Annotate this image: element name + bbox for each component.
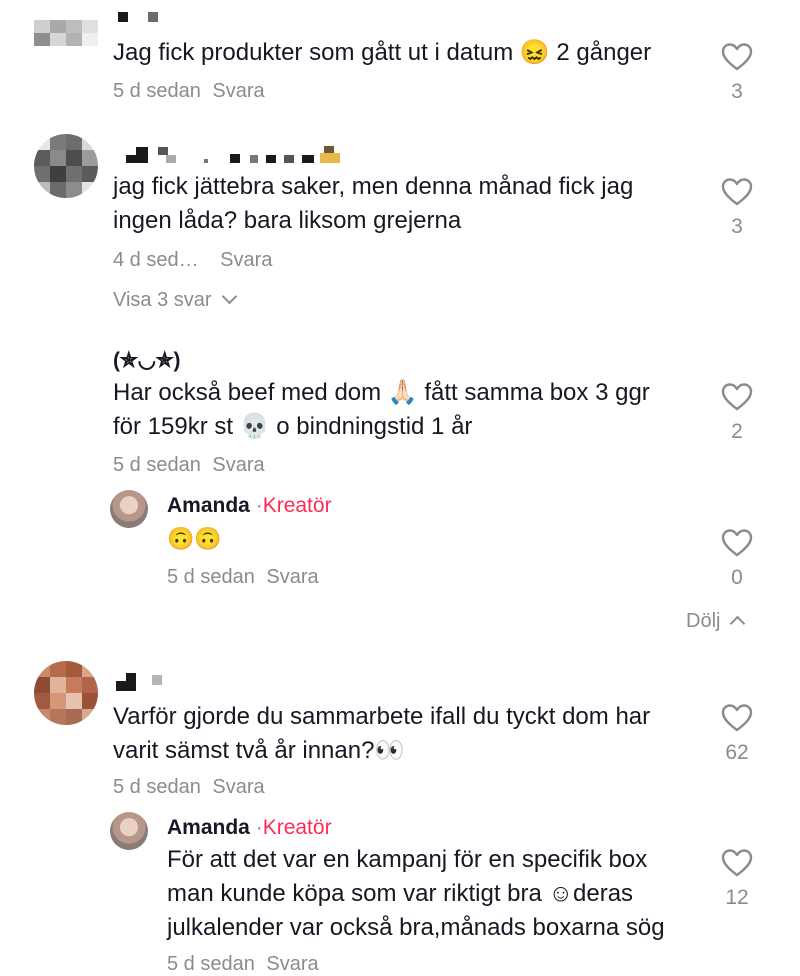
creator-badge: Kreatör <box>262 816 332 839</box>
heart-icon[interactable] <box>721 177 753 207</box>
heart-icon[interactable] <box>721 528 753 558</box>
reply-text: För att det var en kampanj för en specif… <box>167 846 665 941</box>
reply-username-row: Amanda ·Kreatör <box>167 494 332 517</box>
like-count: 3 <box>731 215 743 238</box>
heart-icon[interactable] <box>721 42 753 72</box>
redacted-username <box>148 12 158 22</box>
timestamp: 5 d sedan <box>113 80 201 102</box>
avatar[interactable] <box>34 661 98 725</box>
reply-button[interactable]: Svara <box>212 454 264 476</box>
reply-username-row: Amanda ·Kreatör <box>167 816 332 839</box>
timestamp: 4 d sed… <box>113 249 199 271</box>
like-count: 0 <box>731 566 743 589</box>
reply-button[interactable]: Svara <box>220 249 272 271</box>
reply-meta: 5 d sedan Svara <box>167 953 319 976</box>
comment-text: Jag fick produkter som gått ut i datum 😖… <box>113 39 652 66</box>
heart-icon[interactable] <box>721 703 753 733</box>
timestamp: 5 d sedan <box>113 454 201 476</box>
comment-text: Har också beef med dom 🙏🏻 fått samma box… <box>113 379 650 440</box>
like-count: 3 <box>731 80 743 103</box>
reply-button[interactable]: Svara <box>266 566 318 588</box>
avatar[interactable] <box>110 812 148 850</box>
view-replies-button[interactable]: Visa 3 svar <box>113 288 237 312</box>
timestamp: 5 d sedan <box>113 776 201 798</box>
username[interactable]: Amanda <box>167 494 250 517</box>
reply-meta: 5 d sedan Svara <box>167 566 319 589</box>
comment-text: jag fick jättebra saker, men denna månad… <box>113 173 634 234</box>
timestamp: 5 d sedan <box>167 566 255 588</box>
comment-meta: 5 d sedan Svara <box>113 776 265 799</box>
avatar[interactable] <box>34 134 98 198</box>
like-count: 12 <box>725 886 749 909</box>
like-count: 62 <box>725 741 749 764</box>
username[interactable]: Amanda <box>167 816 250 839</box>
like-count: 2 <box>731 420 743 443</box>
chevron-up-icon <box>730 615 746 632</box>
username[interactable]: (✯◡✯) <box>113 348 181 373</box>
reply-button[interactable]: Svara <box>212 776 264 798</box>
heart-icon[interactable] <box>721 848 753 878</box>
timestamp: 5 d sedan <box>167 953 255 975</box>
reply-button[interactable]: Svara <box>212 80 264 102</box>
chevron-down-icon <box>221 288 237 305</box>
reply-text: 🙃🙃 <box>167 526 222 551</box>
comment-meta: 5 d sedan Svara <box>113 454 265 477</box>
redacted-username <box>118 12 128 22</box>
creator-badge: Kreatör <box>262 494 332 517</box>
comment-meta: 4 d sed… Svara <box>113 249 272 272</box>
heart-icon[interactable] <box>721 382 753 412</box>
comment-text: Varför gjorde du sammarbete ifall du tyc… <box>113 703 651 764</box>
avatar[interactable] <box>110 490 148 528</box>
reply-button[interactable]: Svara <box>266 953 318 975</box>
hide-replies-button[interactable]: Dölj <box>686 610 746 633</box>
comment-meta: 5 d sedan Svara <box>113 80 265 103</box>
avatar[interactable] <box>34 20 98 46</box>
